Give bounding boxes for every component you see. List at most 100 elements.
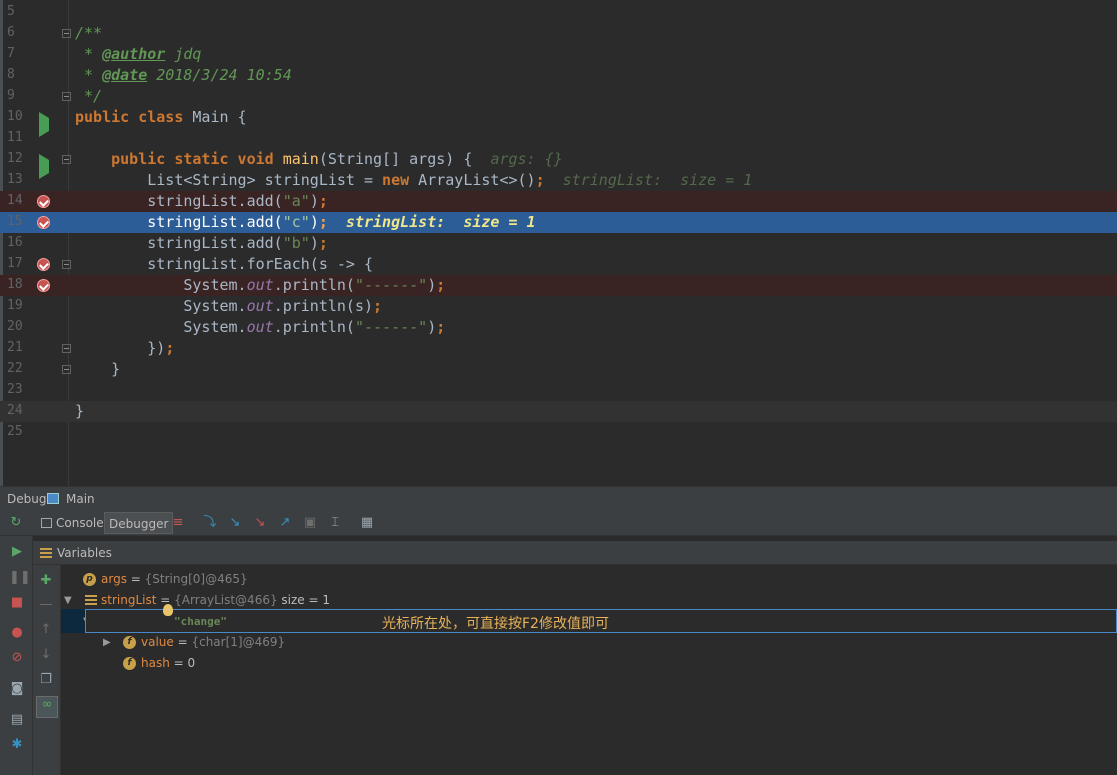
conditional-breakpoint-icon[interactable] (37, 279, 50, 292)
fold-marker-icon[interactable] (62, 92, 71, 101)
mute-breakpoints-icon[interactable]: ⊘ (9, 650, 25, 666)
step-over-icon[interactable]: ⤵ (203, 516, 217, 530)
fold-marker-icon[interactable] (62, 29, 71, 38)
code-line[interactable]: 14 stringList.add("a"); (0, 191, 1117, 212)
rerun-icon[interactable]: ↻ (9, 516, 23, 530)
code-token: ) (427, 318, 437, 336)
view-breakpoints-icon[interactable]: ● (9, 625, 25, 641)
variable-row-hash[interactable]: f hash = 0 (61, 653, 1117, 674)
code-text: List<String> stringList = new ArrayList<… (75, 170, 752, 191)
code-token: args: {} (490, 150, 563, 168)
fold-marker-icon[interactable] (62, 155, 71, 164)
variable-row-args[interactable]: p args = {String[0]@465} (61, 569, 1117, 590)
step-out-icon[interactable]: ↗ (278, 516, 292, 530)
line-number[interactable]: 22 (7, 361, 31, 376)
copy-icon[interactable]: ❐ (38, 672, 54, 688)
line-number[interactable]: 18 (7, 277, 31, 292)
code-line[interactable]: 18 System.out.println("------"); (0, 275, 1117, 296)
code-line[interactable]: 21 }); (0, 338, 1117, 359)
code-editor[interactable]: 5 6/** 7 * @author jdq 8 * @date 2018/3/24 … (0, 0, 1117, 486)
code-line[interactable]: 13 List<String> stringList = new ArrayLi… (0, 170, 1117, 191)
code-line[interactable]: 11 (0, 128, 1117, 149)
field-icon: f (123, 657, 136, 670)
line-number[interactable]: 17 (7, 256, 31, 271)
run-config-name[interactable]: Main (66, 492, 95, 506)
layout-icon[interactable]: ▤ (9, 712, 25, 728)
tab-console[interactable]: Console (37, 512, 108, 534)
code-line[interactable]: 15 stringList.add("c"); stringList: size… (0, 212, 1117, 233)
lambda-breakpoint-icon[interactable] (37, 258, 50, 271)
code-text: stringList.add("a"); (75, 191, 328, 212)
resume-icon[interactable]: ▶ (9, 544, 25, 560)
parameter-icon: p (83, 573, 96, 586)
code-line[interactable]: 6 /** (0, 23, 1117, 44)
move-up-icon[interactable]: ↑ (38, 622, 54, 638)
run-to-cursor-icon[interactable]: ⌶ (328, 516, 342, 530)
code-line[interactable]: 7 * @author jdq (0, 44, 1117, 65)
remove-watch-icon[interactable]: — (38, 597, 54, 613)
variable-row-stringlist[interactable]: ▼ stringList = {ArrayList@466} size = 1 (61, 590, 1117, 611)
line-number[interactable]: 5 (7, 4, 31, 19)
code-line[interactable]: 19 System.out.println(s); (0, 296, 1117, 317)
line-number[interactable]: 15 (7, 214, 31, 229)
line-number[interactable]: 20 (7, 319, 31, 334)
tab-debugger[interactable]: Debugger (104, 512, 174, 534)
expand-toggle-icon[interactable]: ▶ (103, 632, 113, 653)
pause-icon[interactable]: ❚❚ (9, 570, 31, 586)
stop-icon[interactable]: ■ (9, 595, 25, 611)
code-token: public static void (75, 150, 283, 168)
line-number[interactable]: 21 (7, 340, 31, 355)
code-line[interactable]: 22 } (0, 359, 1117, 380)
fold-marker-icon[interactable] (62, 365, 71, 374)
show-watches-toggle-icon[interactable]: ∞ (36, 696, 58, 718)
line-number[interactable]: 24 (7, 403, 31, 418)
code-text: */ (75, 86, 102, 107)
code-line[interactable]: 25 (0, 422, 1117, 443)
new-watch-icon[interactable]: ✚ (38, 573, 54, 589)
settings-gear-icon[interactable]: ✱ (9, 737, 25, 753)
breakpoint-icon[interactable] (37, 195, 50, 208)
code-token: .println(s) (273, 297, 374, 315)
code-token: ; (318, 234, 328, 252)
show-execution-point-icon[interactable]: ≡ (171, 516, 185, 530)
step-into-icon[interactable]: ↘ (228, 516, 242, 530)
line-number[interactable]: 16 (7, 235, 31, 250)
fold-marker-icon[interactable] (62, 344, 71, 353)
line-number[interactable]: 11 (7, 130, 31, 145)
code-line[interactable]: 23 (0, 380, 1117, 401)
code-token: .println( (273, 276, 355, 294)
line-number[interactable]: 23 (7, 382, 31, 397)
code-token: }) (75, 339, 166, 357)
code-line[interactable]: 10 public class Main { (0, 107, 1117, 137)
evaluate-expression-icon[interactable]: ▦ (360, 516, 374, 530)
line-number[interactable]: 7 (7, 46, 31, 61)
fold-marker-icon[interactable] (62, 260, 71, 269)
line-number[interactable]: 25 (7, 424, 31, 439)
drop-frame-icon[interactable]: ▣ (303, 516, 317, 530)
code-line[interactable]: 5 (0, 2, 1117, 23)
code-line[interactable]: 24} (0, 401, 1117, 422)
variable-value: {String[0]@465} (144, 572, 248, 586)
breakpoint-icon[interactable] (37, 216, 50, 229)
code-token: "a" (282, 192, 310, 210)
camera-icon[interactable]: ◙ (9, 681, 25, 697)
line-number[interactable]: 9 (7, 88, 31, 103)
line-number[interactable]: 14 (7, 193, 31, 208)
line-number[interactable]: 8 (7, 67, 31, 82)
line-number[interactable]: 10 (7, 109, 31, 124)
line-number[interactable]: 12 (7, 151, 31, 166)
move-down-icon[interactable]: ↓ (38, 647, 54, 663)
variable-row-value[interactable]: ▶ f value = {char[1]@469} (61, 632, 1117, 653)
code-token: new (382, 171, 419, 189)
code-line[interactable]: 12 public static void main(String[] args… (0, 149, 1117, 179)
line-number[interactable]: 6 (7, 25, 31, 40)
code-line[interactable]: 17 stringList.forEach(s -> { (0, 254, 1117, 275)
code-line[interactable]: 8 * @date 2018/3/24 10:54 (0, 65, 1117, 86)
line-number[interactable]: 19 (7, 298, 31, 313)
expand-toggle-icon[interactable]: ▼ (64, 590, 74, 611)
code-line[interactable]: 16 stringList.add("b"); (0, 233, 1117, 254)
code-line[interactable]: 20 System.out.println("------"); (0, 317, 1117, 338)
force-step-into-icon[interactable]: ↘ (253, 516, 267, 530)
line-number[interactable]: 13 (7, 172, 31, 187)
code-line[interactable]: 9 */ (0, 86, 1117, 107)
